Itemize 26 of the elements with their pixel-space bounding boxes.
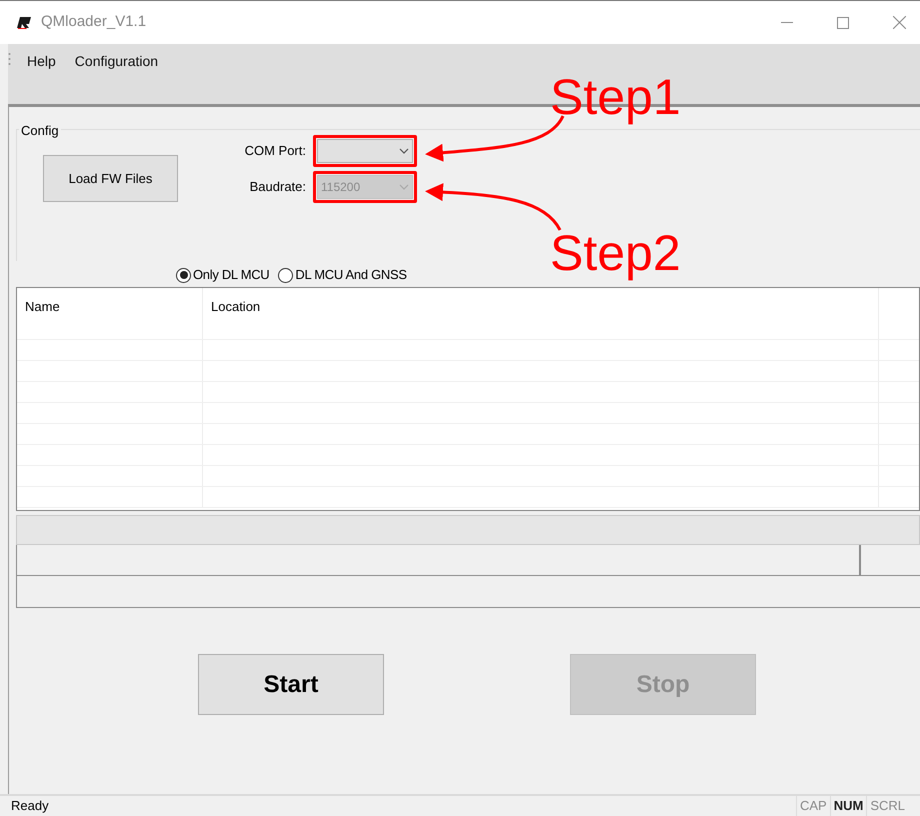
radio-button[interactable] [176,268,191,282]
field-label: Baudrate: [248,178,306,196]
window-title: QMloader_V1.1 [41,12,146,32]
start-button[interactable]: Start [198,654,384,715]
close-icon[interactable] [893,16,906,29]
column-header: Location [203,288,879,339]
menu-item[interactable]: Help [27,51,56,72]
chevron-down-icon [399,148,409,154]
dropdown-value: 115200 [321,179,360,196]
radio-button[interactable] [278,268,294,282]
load-fw-files-button[interactable]: Load FW Files [43,155,178,202]
logo-icon [17,16,33,28]
status-indicator: SCRL [866,796,908,816]
status-indicator: NUM [830,796,866,816]
radio-label: DL MCU And GNSS [295,266,407,284]
minimize-icon[interactable] [781,22,793,24]
menu-item[interactable]: Configuration [74,51,158,72]
radio-label: Only DL MCU [193,266,270,284]
column-header: Name [17,288,203,339]
step-annotation: Step1 [550,72,681,122]
field-label: COM Port: [244,142,306,160]
step-annotation: Step2 [550,228,681,278]
chevron-down-icon [399,184,409,190]
maximize-icon[interactable] [837,16,849,28]
status-text: Ready [11,797,49,816]
status-indicator: CAP [796,796,830,816]
